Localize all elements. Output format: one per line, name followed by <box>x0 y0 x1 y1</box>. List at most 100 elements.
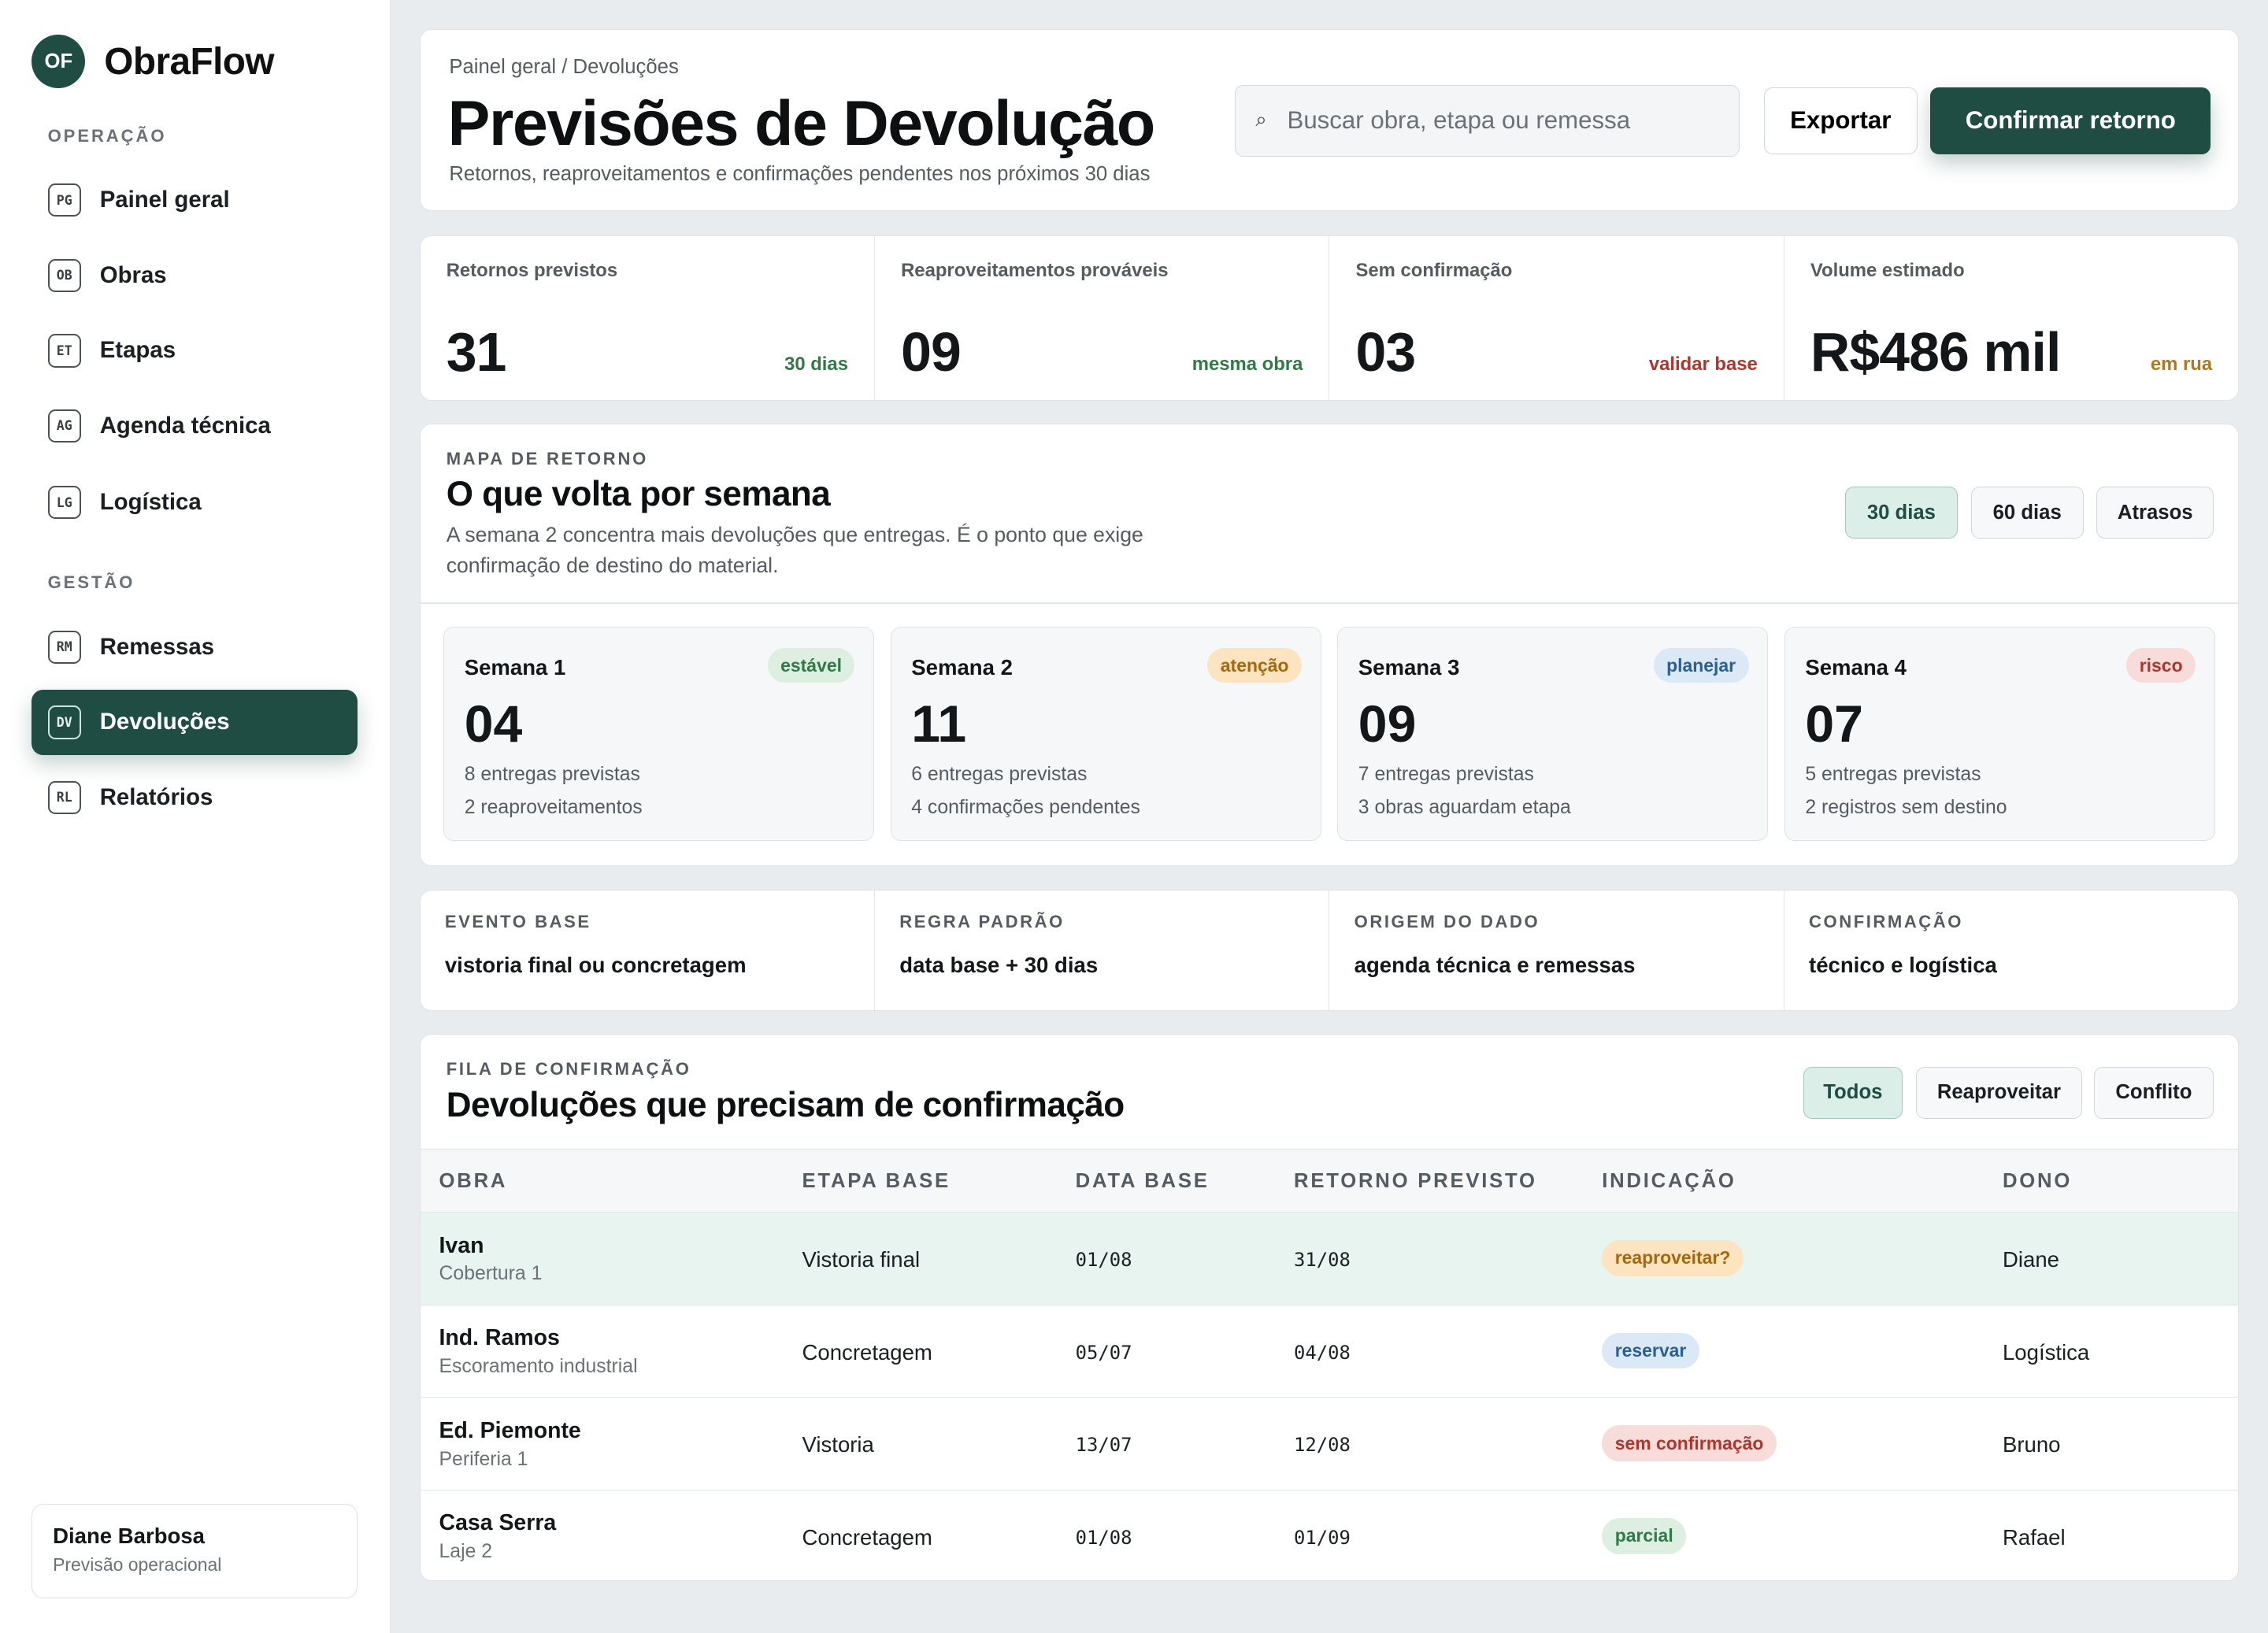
obra-sub: Periferia 1 <box>439 1448 528 1470</box>
sidebar-item-logistica[interactable]: LG Logística <box>32 470 357 535</box>
user-role: Previsão operacional <box>53 1554 222 1576</box>
sidebar-item-relatorios[interactable]: RL Relatórios <box>32 765 357 831</box>
sidebar-item-label: Devoluções <box>99 709 230 735</box>
status-badge: estável <box>767 647 855 683</box>
week-line: 8 entregas previstas <box>464 763 640 785</box>
section-eyebrow: FILA DE CONFIRMAÇÃO <box>446 1059 691 1079</box>
sidebar-item-agenda-tecnica[interactable]: AG Agenda técnica <box>32 394 357 459</box>
week-value: 09 <box>1358 694 1417 754</box>
column-header-retorno[interactable]: RETORNO PREVISTO <box>1294 1170 1537 1193</box>
table-row[interactable]: Ind. Ramos Escoramento industrial Concre… <box>420 1305 2239 1398</box>
etapas-icon: ET <box>47 334 81 368</box>
etapa-cell: Vistoria <box>802 1432 874 1457</box>
week-line: 6 entregas previstas <box>911 763 1088 785</box>
indication-badge: reservar <box>1602 1332 1699 1369</box>
kpi-label: Retornos previstos <box>446 259 618 281</box>
user-name: Diane Barbosa <box>53 1524 206 1549</box>
brand-logo: OF <box>32 35 86 89</box>
painel-icon: PG <box>47 183 81 217</box>
week-card-3[interactable]: Semana 3 planejar 09 7 entregas prevista… <box>1337 627 1769 842</box>
table-header: OBRA ETAPA BASE DATA BASE RETORNO PREVIS… <box>420 1149 2239 1213</box>
week-name: Semana 1 <box>464 655 566 680</box>
sidebar-item-obras[interactable]: OB Obras <box>32 243 357 309</box>
filter-delays[interactable]: Atrasos <box>2096 487 2214 539</box>
agenda-icon: AG <box>47 409 81 443</box>
owner-cell: Rafael <box>2002 1524 2066 1550</box>
week-line: 2 reaproveitamentos <box>464 797 643 819</box>
table-row[interactable]: Ed. Piemonte Periferia 1 Vistoria 13/07 … <box>420 1398 2239 1490</box>
column-header-data[interactable]: DATA BASE <box>1076 1170 1210 1193</box>
week-line: 2 registros sem destino <box>1805 797 2007 819</box>
remessas-icon: RM <box>47 630 81 665</box>
kpi-label: Reaproveitamentos prováveis <box>901 259 1169 281</box>
relatorios-icon: RL <box>47 780 81 815</box>
etapa-cell: Vistoria final <box>802 1247 921 1272</box>
sidebar-item-devolucoes[interactable]: DV Devoluções <box>32 690 358 755</box>
etapa-cell: Concretagem <box>802 1524 932 1550</box>
confirmation-queue-panel: FILA DE CONFIRMAÇÃO Devoluções que preci… <box>419 1034 2240 1581</box>
obra-sub: Cobertura 1 <box>439 1263 543 1285</box>
column-header-etapa[interactable]: ETAPA BASE <box>802 1170 951 1193</box>
data-cell: 05/07 <box>1075 1341 1132 1364</box>
section-title: Devoluções que precisam de confirmação <box>446 1085 1125 1124</box>
data-cell: 01/08 <box>1075 1526 1132 1549</box>
filter-30-days[interactable]: 30 dias <box>1844 487 1959 539</box>
confirm-return-button[interactable]: Confirmar retorno <box>1930 87 2211 154</box>
search-input[interactable] <box>1287 106 1707 135</box>
section-description: A semana 2 concentra mais devoluções que… <box>446 523 1143 577</box>
table-row[interactable]: Casa Serra Laje 2 Concretagem 01/08 01/0… <box>421 1490 2239 1580</box>
rule-label: EVENTO BASE <box>444 912 591 932</box>
rule-label: CONFIRMAÇÃO <box>1809 912 1963 932</box>
sidebar-item-remessas[interactable]: RM Remessas <box>32 615 357 680</box>
rule-value: técnico e logística <box>1809 952 1997 977</box>
week-card-1[interactable]: Semana 1 estável 04 8 entregas previstas… <box>443 627 875 842</box>
data-cell: 13/07 <box>1075 1434 1132 1457</box>
rule-default: REGRA PADRÃO data base + 30 dias <box>875 890 1330 1010</box>
column-header-indicacao[interactable]: INDICAÇÃO <box>1602 1170 1736 1193</box>
obra-sub: Laje 2 <box>439 1541 493 1563</box>
brand[interactable]: OF ObraFlow <box>32 35 275 89</box>
obras-icon: OB <box>47 258 81 292</box>
rule-value: data base + 30 dias <box>899 952 1099 977</box>
obra-name: Ind. Ramos <box>439 1325 560 1351</box>
status-badge: risco <box>2126 647 2196 683</box>
kpi-note: validar base <box>1648 354 1758 376</box>
user-card[interactable]: Diane Barbosa Previsão operacional <box>32 1504 358 1598</box>
filter-60-days[interactable]: 60 dias <box>1970 487 2084 539</box>
breadcrumb[interactable]: Painel geral / Devoluções <box>449 56 678 79</box>
rule-value: agenda técnica e remessas <box>1354 952 1636 977</box>
rule-confirmation: CONFIRMAÇÃO técnico e logística <box>1784 891 2238 1010</box>
week-line: 5 entregas previstas <box>1805 763 1981 785</box>
week-value: 07 <box>1805 694 1863 754</box>
status-badge: planejar <box>1653 647 1749 683</box>
week-name: Semana 2 <box>911 655 1013 680</box>
sidebar-item-painel-geral[interactable]: PG Painel geral <box>32 168 357 233</box>
sidebar-item-label: Etapas <box>99 337 176 364</box>
owner-cell: Bruno <box>2002 1432 2061 1457</box>
sidebar-item-label: Obras <box>99 261 167 288</box>
sidebar-item-label: Logística <box>99 489 202 516</box>
owner-cell: Diane <box>2002 1247 2059 1272</box>
kpi-reuse: Reaproveitamentos prováveis 09 mesma obr… <box>875 236 1330 400</box>
nav-section-management: GESTÃO <box>47 572 135 593</box>
week-card-2[interactable]: Semana 2 atenção 11 6 entregas previstas… <box>890 627 1321 842</box>
sidebar-item-etapas[interactable]: ET Etapas <box>32 318 357 383</box>
search-box[interactable]: ⌕ <box>1234 84 1740 157</box>
indication-badge: reaproveitar? <box>1602 1240 1744 1276</box>
rule-label: REGRA PADRÃO <box>899 912 1065 932</box>
etapa-cell: Concretagem <box>802 1339 932 1365</box>
column-header-obra[interactable]: OBRA <box>439 1170 508 1193</box>
devolucoes-icon: DV <box>47 705 81 739</box>
filter-reuse[interactable]: Reaproveitar <box>1915 1066 2082 1119</box>
kpi-note: em rua <box>2150 354 2213 376</box>
sidebar-item-label: Painel geral <box>99 187 230 213</box>
export-button[interactable]: Exportar <box>1763 87 1918 154</box>
filter-conflict[interactable]: Conflito <box>2093 1066 2214 1119</box>
sidebar-item-label: Agenda técnica <box>99 412 271 439</box>
column-header-dono[interactable]: DONO <box>2003 1170 2072 1193</box>
obra-sub: Escoramento industrial <box>439 1355 638 1377</box>
obra-name: Casa Serra <box>439 1510 557 1536</box>
week-card-4[interactable]: Semana 4 risco 07 5 entregas previstas 2… <box>1784 627 2215 842</box>
filter-all[interactable]: Todos <box>1803 1066 1903 1119</box>
table-row[interactable]: Ivan Cobertura 1 Vistoria final 01/08 31… <box>420 1213 2239 1305</box>
